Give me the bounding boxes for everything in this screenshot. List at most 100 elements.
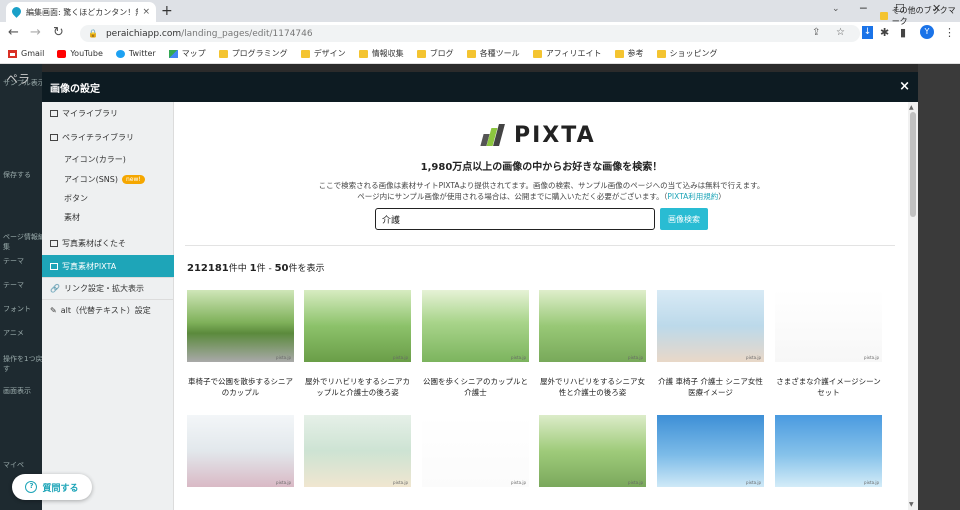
bookmark-item[interactable]: ショッピング [656, 48, 718, 59]
sidebar-item-link-settings[interactable]: 🔗 リンク設定・拡大表示 [42, 277, 174, 299]
sidebar-sub-button[interactable]: ボタン [64, 193, 88, 204]
result-thumbnail[interactable]: pixta.jp [657, 290, 764, 362]
sidebar-sub-icon-color[interactable]: アイコン(カラー) [64, 154, 126, 165]
bookmark-item[interactable]: YouTube [57, 49, 103, 58]
watermark: pixta.jp [746, 355, 761, 360]
bookmark-label: 情報収集 [371, 49, 404, 58]
result-card[interactable]: pixta.jp 屋外でリハビリをするシニア女性と介護士の後ろ姿 [539, 290, 646, 398]
result-thumbnail[interactable]: pixta.jp [187, 290, 294, 362]
result-card[interactable]: pixta.jp さまざまな介護イメージシーンセット [775, 290, 882, 398]
bookmark-item[interactable]: Twitter [115, 49, 156, 58]
count-from: 1 [249, 263, 257, 274]
editor-right-panel [918, 64, 960, 510]
side-panel-icon[interactable]: ▮ [900, 26, 906, 39]
bookmark-label: 参考 [627, 49, 644, 58]
new-tab-button[interactable]: + [161, 3, 173, 19]
bookmark-item[interactable]: ブログ [416, 48, 454, 59]
tab-strip: 編集画面: 驚くほどカンタン！無料ホ × + ⌄ ─ ☐ ✕ [0, 0, 960, 22]
result-thumbnail[interactable]: pixta.jp [539, 290, 646, 362]
watermark: pixta.jp [746, 480, 761, 485]
modal-close-icon[interactable]: × [899, 79, 910, 94]
result-thumbnail[interactable]: pixta.jp [775, 290, 882, 362]
result-card[interactable]: pixta.jp 介護 車椅子 介護士 シニア女性 医療イメージ [657, 290, 764, 398]
sidebar-item-label: alt（代替テキスト）設定 [60, 306, 151, 315]
result-thumbnail[interactable]: pixta.jp [422, 415, 529, 487]
menu-kebab-icon[interactable]: ⋮ [944, 26, 955, 39]
scroll-thumb[interactable] [910, 112, 916, 217]
help-button[interactable]: ? 質問する [12, 474, 92, 500]
sidebar-item-alt-settings[interactable]: ✎ alt（代替テキスト）設定 [42, 299, 174, 321]
bookmark-item[interactable]: デザイン [300, 48, 346, 59]
result-thumbnail[interactable]: pixta.jp [304, 290, 411, 362]
other-bookmarks[interactable]: その他のブックマーク [880, 5, 960, 27]
bookmark-item[interactable]: 各種ツール [466, 48, 520, 59]
url-path: /landing_pages/edit/1174746 [181, 28, 313, 39]
minimize-icon[interactable]: ─ [860, 2, 867, 15]
result-card[interactable]: pixta.jp [187, 415, 294, 487]
watermark: pixta.jp [511, 355, 526, 360]
result-card[interactable]: pixta.jp 屋外でリハビリをするシニアカップルと介護士の後ろ姿 [304, 290, 411, 398]
result-card[interactable]: pixta.jp [422, 415, 529, 487]
browser-tab[interactable]: 編集画面: 驚くほどカンタン！無料ホ × [6, 2, 156, 22]
back-icon[interactable]: ← [8, 25, 19, 40]
desc-line-2-text: ページ内にサンプル画像が使用される場合は、公開までに購入いただく必要がございます… [357, 192, 668, 201]
image-search-button[interactable]: 画像検索 [660, 208, 708, 230]
watermark: pixta.jp [864, 480, 879, 485]
bookmark-item[interactable]: マップ [168, 48, 206, 59]
content-scrollbar[interactable]: ▲ ▼ [908, 102, 918, 510]
extensions-icon[interactable]: ✱ [880, 26, 889, 39]
bookmark-label: Gmail [21, 49, 45, 58]
result-card[interactable]: pixta.jp [304, 415, 411, 487]
bookmark-label: デザイン [313, 49, 346, 58]
search-input[interactable] [375, 208, 655, 230]
result-card[interactable]: pixta.jp [775, 415, 882, 487]
pixta-terms-link[interactable]: PIXTA利用規約 [667, 192, 718, 201]
bookmark-item[interactable]: 参考 [614, 48, 644, 59]
forward-icon[interactable]: → [30, 25, 41, 40]
download-icon[interactable]: ↓ [862, 26, 873, 39]
bookmark-item[interactable]: 情報収集 [358, 48, 404, 59]
sidebar-sub-material[interactable]: 素材 [64, 212, 80, 223]
underlay-theme-1: テーマ [3, 257, 24, 265]
pixta-logo-text: PIXTA [514, 122, 596, 148]
sidebar-item-my-library[interactable]: マイライブラリ [42, 102, 174, 124]
editor-left-panel: ペラ サンプル表示 保存する ページ情報編集 テーマ テーマ フォント アニメ … [0, 64, 45, 510]
sidebar-sub-icon-sns[interactable]: アイコン(SNS) new! [64, 174, 145, 185]
sidebar-item-pixta[interactable]: 写真素材PIXTA [42, 255, 174, 277]
result-card[interactable]: pixta.jp [657, 415, 764, 487]
result-thumbnail[interactable]: pixta.jp [422, 290, 529, 362]
underlay-page-info: ページ情報編集 [3, 233, 45, 251]
scroll-up-icon[interactable]: ▲ [909, 104, 914, 111]
question-icon: ? [25, 481, 38, 493]
tab-close-icon[interactable]: × [142, 7, 150, 17]
sidebar-item-peraichi-library[interactable]: ペライチライブラリ [42, 126, 174, 148]
underlay-anime: アニメ [3, 329, 24, 337]
bookmark-item[interactable]: プログラミング [218, 48, 288, 59]
tab-search-chevron-icon[interactable]: ⌄ [832, 4, 840, 14]
desc-line-1: ここで検索される画像は素材サイトPIXTAより提供されてます。画像の検索、サンプ… [318, 181, 765, 190]
address-bar[interactable]: 🔒 peraichiapp.com/landing_pages/edit/117… [80, 25, 860, 42]
result-thumbnail[interactable]: pixta.jp [657, 415, 764, 487]
result-thumbnail[interactable]: pixta.jp [775, 415, 882, 487]
profile-avatar[interactable]: Y [920, 25, 934, 39]
result-thumbnail[interactable]: pixta.jp [304, 415, 411, 487]
result-card[interactable]: pixta.jp [539, 415, 646, 487]
sidebar-item-label: マイライブラリ [62, 108, 118, 118]
link-icon: 🔗 [50, 284, 60, 293]
result-card[interactable]: pixta.jp 車椅子で公園を散歩するシニアのカップル [187, 290, 294, 398]
scroll-down-icon[interactable]: ▼ [909, 501, 914, 508]
bookmark-item[interactable]: Gmail [8, 49, 44, 58]
result-thumbnail[interactable]: pixta.jp [187, 415, 294, 487]
reload-icon[interactable]: ↻ [53, 25, 64, 40]
youtube-icon [57, 49, 67, 58]
sidebar-item-pakutaso[interactable]: 写真素材ぱくたそ [42, 232, 174, 254]
result-card[interactable]: pixta.jp 公園を歩くシニアのカップルと介護士 [422, 290, 529, 398]
bookmark-label: アフィリエイト [545, 49, 602, 58]
share-icon[interactable]: ⇪ [812, 27, 820, 38]
bookmark-label: 各種ツール [479, 49, 520, 58]
twitter-icon [115, 49, 125, 58]
result-thumbnail[interactable]: pixta.jp [539, 415, 646, 487]
pixta-logo-icon [480, 122, 506, 148]
bookmark-star-icon[interactable]: ☆ [836, 27, 845, 38]
bookmark-item[interactable]: アフィリエイト [532, 48, 602, 59]
